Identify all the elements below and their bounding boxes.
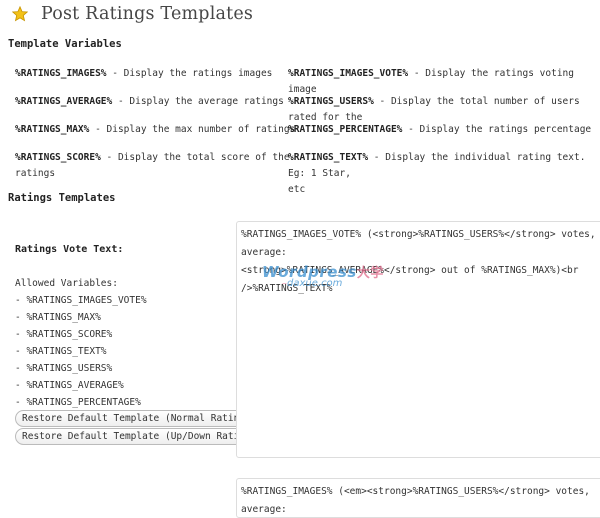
- restore-default-normal-button[interactable]: Restore Default Template (Normal Rating): [15, 410, 258, 427]
- variable-item: %RATINGS_MAX% - Display the max number o…: [15, 122, 295, 138]
- second-template-textarea[interactable]: %RATINGS_IMAGES% (<em><strong>%RATINGS_U…: [236, 478, 600, 518]
- variable-name: %RATINGS_IMAGES_VOTE%: [288, 68, 409, 79]
- variable-desc-cont: etc: [288, 184, 306, 195]
- restore-default-updown-button[interactable]: Restore Default Template (Up/Down Rating…: [15, 428, 264, 445]
- variable-name: %RATINGS_USERS%: [288, 96, 374, 107]
- allowed-variable: - %RATINGS_PERCENTAGE%: [15, 397, 141, 408]
- allowed-variable: - %RATINGS_AVERAGE%: [15, 380, 124, 391]
- ratings-vote-text-label: Ratings Vote Text:: [15, 244, 124, 255]
- variable-desc: - Display the max number of ratings: [89, 124, 296, 135]
- allowed-variables-label: Allowed Variables:: [15, 278, 118, 289]
- star-icon: [12, 6, 28, 22]
- allowed-variable: - %RATINGS_IMAGES_VOTE%: [15, 295, 147, 306]
- variable-item: %RATINGS_TEXT% - Display the individual …: [288, 150, 600, 198]
- variable-name: %RATINGS_SCORE%: [15, 152, 101, 163]
- variable-name: %RATINGS_IMAGES%: [15, 68, 107, 79]
- variable-name: %RATINGS_PERCENTAGE%: [288, 124, 403, 135]
- variable-item: %RATINGS_PERCENTAGE% - Display the ratin…: [288, 122, 591, 138]
- allowed-variable: - %RATINGS_USERS%: [15, 363, 113, 374]
- watermark-logo: Wordpress大学 –daxue.com: [262, 263, 384, 289]
- page-title: Post Ratings Templates: [41, 4, 254, 24]
- variable-desc: - Display the total score of the: [100, 152, 290, 163]
- allowed-variables-list: Allowed Variables: - %RATINGS_IMAGES_VOT…: [15, 275, 147, 411]
- section-heading-ratings-templates: Ratings Templates: [8, 192, 116, 204]
- watermark-domain: daxue.com: [287, 278, 343, 289]
- variable-name: %RATINGS_MAX%: [15, 124, 90, 135]
- variable-desc: - Display the average ratings: [112, 96, 284, 107]
- variable-item: %RATINGS_IMAGES% - Display the ratings i…: [15, 66, 272, 82]
- variable-name: %RATINGS_TEXT%: [288, 152, 369, 163]
- ratings-vote-text-textarea[interactable]: %RATINGS_IMAGES_VOTE% (<strong>%RATINGS_…: [236, 221, 600, 458]
- allowed-variable: - %RATINGS_MAX%: [15, 312, 101, 323]
- variable-desc: - Display the ratings percentage: [402, 124, 592, 135]
- variable-name: %RATINGS_AVERAGE%: [15, 96, 113, 107]
- variable-desc: - Display the ratings images: [106, 68, 273, 79]
- variable-item: %RATINGS_SCORE% - Display the total scor…: [15, 150, 290, 182]
- allowed-variable: - %RATINGS_TEXT%: [15, 346, 107, 357]
- variable-desc-cont: ratings: [15, 168, 56, 179]
- section-heading-template-variables: Template Variables: [8, 38, 122, 50]
- page-header: Post Ratings Templates: [12, 4, 253, 24]
- allowed-variable: - %RATINGS_SCORE%: [15, 329, 113, 340]
- variable-item: %RATINGS_AVERAGE% - Display the average …: [15, 94, 284, 110]
- watermark-text-cn: 大学: [356, 266, 384, 281]
